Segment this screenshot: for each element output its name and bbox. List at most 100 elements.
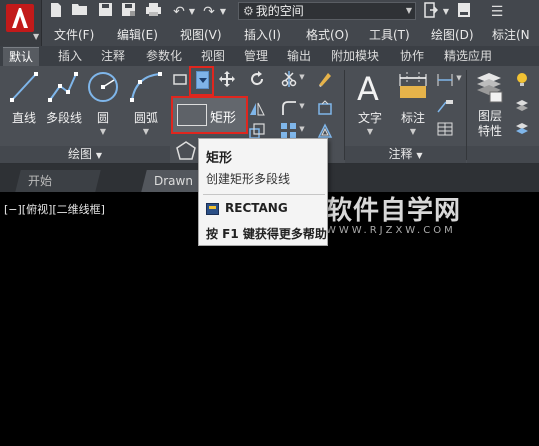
layer-state-icon[interactable] [514, 98, 530, 114]
annotate-panel-footer[interactable]: 注释 ▼ [345, 146, 466, 163]
share-dropdown-icon[interactable]: ▼ [441, 2, 451, 22]
tab-output[interactable]: 输出 [287, 47, 311, 66]
tooltip-description: 创建矩形多段线 [206, 172, 291, 186]
linear-dimension-icon[interactable] [436, 72, 454, 88]
menu-view[interactable]: 视图(V) [180, 26, 222, 44]
workspace-selector[interactable]: ⚙ 我的空间 ▼ [238, 2, 416, 20]
save-icon[interactable] [96, 2, 114, 22]
polyline-label: 多段线 [45, 111, 82, 125]
rectangle-tooltip: 矩形 创建矩形多段线 RECTANG 按 F1 键获得更多帮助 [198, 138, 328, 246]
arc-label: 圆弧 [133, 111, 158, 125]
menu-format[interactable]: 格式(O) [306, 26, 349, 44]
chevron-down-icon: ▼ [95, 151, 102, 160]
open-file-icon[interactable] [70, 2, 90, 22]
chevron-down-icon[interactable]: ▼ [298, 102, 306, 110]
chevron-down-icon: ▼ [416, 151, 423, 160]
gear-icon: ⚙ [243, 4, 254, 18]
layers-panel-footer[interactable] [467, 146, 539, 163]
trim-icon[interactable] [280, 70, 298, 88]
menu-tools[interactable]: 工具(T) [369, 26, 410, 44]
print-icon[interactable] [143, 2, 163, 22]
rotate-icon[interactable] [248, 70, 266, 88]
dimension-label: 标注 [400, 111, 425, 125]
text-label: 文字 [357, 111, 382, 125]
menu-bar: 文件(F) 编辑(E) 视图(V) 插入(I) 格式(O) 工具(T) 绘图(D… [42, 24, 539, 46]
line-label: 直线 [11, 111, 36, 125]
tab-manage[interactable]: 管理 [244, 47, 268, 66]
polyline-icon[interactable] [46, 70, 80, 104]
mirror-icon[interactable] [248, 99, 266, 117]
lightbulb-icon[interactable] [514, 72, 530, 88]
chevron-down-icon[interactable]: ▼ [298, 73, 306, 81]
viewport-controls[interactable]: [−][俯视][二维线框] [4, 201, 105, 217]
ribbon-tab-bar: 默认 插入 注释 参数化 视图 管理 输出 附加模块 协作 精选应用 [0, 46, 539, 66]
tab-featured-apps[interactable]: 精选应用 [444, 47, 492, 66]
circle-label: 圆 [96, 111, 109, 125]
tab-addins[interactable]: 附加模块 [331, 47, 379, 66]
watermark-title: 软件自学网 [326, 196, 462, 226]
menu-draw[interactable]: 绘图(D) [431, 26, 474, 44]
tab-collaborate[interactable]: 协作 [400, 47, 424, 66]
title-bar: ▼ ↶ ▼ ↷ ▼ ⚙ 我的空间 ▼ ▼ ☰ 文件(F) 编辑(E) 视图(V) … [0, 0, 539, 46]
menu-insert[interactable]: 插入(I) [244, 26, 281, 44]
tab-parametric[interactable]: 参数化 [146, 47, 182, 66]
svg-text:A: A [357, 70, 379, 106]
redo-icon[interactable]: ↷ [199, 2, 219, 22]
rectangle-label: 矩形 [210, 111, 237, 126]
workspace-value: 我的空间 [255, 4, 304, 18]
layer-properties-label: 图层 特性 [477, 109, 502, 138]
tab-annotate[interactable]: 注释 [101, 47, 125, 66]
tab-start[interactable]: 开始 [15, 170, 101, 192]
import-icon[interactable] [455, 2, 473, 22]
leader-icon[interactable] [436, 98, 454, 114]
layer-tools-icon[interactable] [514, 121, 530, 137]
chevron-down-icon[interactable]: ▼ [137, 127, 155, 136]
menu-edit[interactable]: 编辑(E) [117, 26, 158, 44]
watermark: 软件自学网 WWW.RJZXW.COM [326, 190, 466, 236]
arc-icon[interactable] [128, 70, 164, 104]
redo-dropdown-icon[interactable]: ▼ [218, 2, 228, 22]
tooltip-divider [203, 194, 325, 195]
tooltip-title: 矩形 [206, 151, 233, 166]
save-as-icon[interactable] [119, 2, 137, 22]
table-icon[interactable] [436, 121, 454, 137]
application-menu-button[interactable]: ▼ [0, 0, 42, 46]
menu-dimension[interactable]: 标注(N [492, 26, 530, 44]
toolbar-dropdown-icon[interactable]: ☰ [490, 2, 504, 22]
rectangle-dropdown-button[interactable] [196, 71, 209, 89]
chevron-down-icon[interactable]: ▼ [362, 127, 378, 136]
undo-dropdown-icon[interactable]: ▼ [187, 2, 197, 22]
move-icon[interactable] [218, 70, 236, 88]
erase-icon[interactable] [316, 70, 334, 88]
chevron-down-icon[interactable]: ▼ [298, 125, 306, 133]
menu-file[interactable]: 文件(F) [54, 26, 94, 44]
command-icon [206, 203, 219, 215]
polygon-icon[interactable] [175, 140, 197, 162]
draw-panel-title: 绘图 [68, 147, 93, 161]
rectangle-small-icon[interactable] [172, 71, 188, 87]
undo-icon[interactable]: ↶ [169, 2, 189, 22]
explode-icon[interactable] [316, 99, 334, 117]
tab-default[interactable]: 默认 [3, 47, 40, 66]
dimension-icon[interactable] [396, 72, 430, 104]
rectangle-button[interactable]: 矩形 [171, 96, 248, 134]
tab-start-label: 开始 [28, 174, 53, 188]
chevron-down-icon[interactable]: ▼ [455, 74, 463, 82]
tooltip-command: RECTANG [225, 201, 288, 215]
tooltip-help: 按 F1 键获得更多帮助 [206, 227, 327, 241]
watermark-url: WWW.RJZXW.COM [326, 225, 456, 236]
share-icon[interactable] [422, 2, 440, 22]
tab-drawing-label: Drawn [154, 174, 193, 188]
tab-view[interactable]: 视图 [201, 47, 225, 66]
chevron-down-icon[interactable]: ▼ [94, 127, 112, 136]
fillet-icon[interactable] [280, 99, 298, 117]
chevron-down-icon[interactable]: ▼ [405, 127, 421, 136]
new-file-icon[interactable] [47, 2, 65, 22]
chevron-down-icon: ▼ [33, 32, 40, 41]
text-icon[interactable]: A [354, 70, 386, 108]
layer-properties-icon[interactable] [474, 70, 504, 104]
circle-icon[interactable] [86, 70, 120, 104]
line-icon[interactable] [8, 70, 40, 104]
tab-insert[interactable]: 插入 [58, 47, 82, 66]
draw-panel-footer[interactable]: 绘图 ▼ [0, 146, 170, 163]
